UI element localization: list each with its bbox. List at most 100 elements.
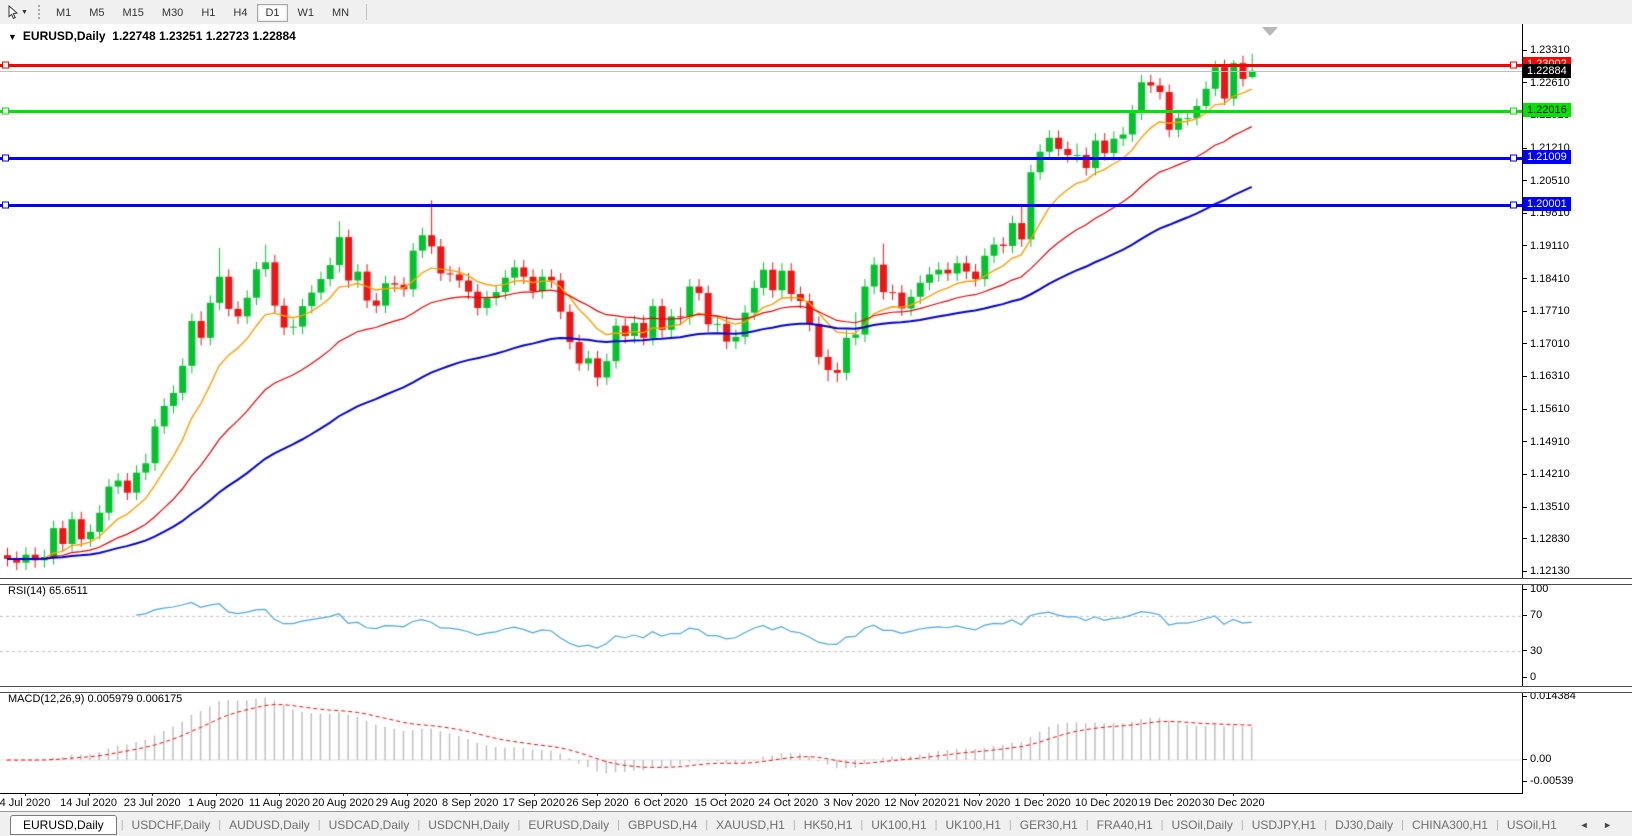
timeframe-button-M5[interactable]: M5 [81, 4, 112, 22]
chart-tab-DJ30-Daily[interactable]: DJ30,Daily [1327, 816, 1401, 834]
cursor-tool-button[interactable]: ▼ [4, 2, 31, 22]
chart-tab-XAUUSD-H1[interactable]: XAUUSD,H1 [708, 816, 793, 834]
price-label-1.20001: 1.20001 [1523, 197, 1571, 211]
macd-axis-tick: -0.00539 [1523, 775, 1573, 787]
horizontal-line-1.22016[interactable] [0, 110, 1522, 113]
chart-tab-GBPUSD-H4[interactable]: GBPUSD,H4 [620, 816, 705, 834]
timeframe-button-M15[interactable]: M15 [115, 4, 152, 22]
rsi-axis-tick: 70 [1523, 609, 1542, 621]
horizontal-line-1.21009[interactable] [0, 157, 1522, 160]
chart-title: ▼ EURUSD,Daily 1.22748 1.23251 1.22723 1.… [8, 29, 296, 43]
price-axis-tick: 1.14910 [1523, 436, 1570, 448]
time-axis-line[interactable] [0, 793, 1523, 794]
timeframe-toolbar: ▼ M1M5M15M30H1H4D1W1MN [0, 0, 1632, 25]
time-axis-label: 10 Dec 2020 [1075, 797, 1137, 809]
timeframe-button-MN[interactable]: MN [324, 4, 357, 22]
time-axis-label: 12 Nov 2020 [884, 797, 946, 809]
timeframe-button-W1[interactable]: W1 [290, 4, 323, 22]
price-label-1.22016: 1.22016 [1523, 103, 1571, 117]
chart-shift-marker[interactable] [1262, 27, 1278, 36]
rsi-label: RSI(14) 65.6511 [8, 585, 88, 597]
toolbar-separator [366, 4, 367, 20]
line-handle[interactable] [1510, 62, 1517, 69]
price-axis-tick: 1.15610 [1523, 403, 1570, 415]
chart-tab-USOil-Daily[interactable]: USOil,Daily [1164, 816, 1241, 834]
chart-tab-AUDUSD-Daily[interactable]: AUDUSD,Daily [221, 816, 318, 834]
collapse-triangle-icon: ▼ [8, 32, 17, 42]
tab-scroll-arrows[interactable]: ◄ ► [1580, 820, 1618, 830]
time-axis-label: 1 Aug 2020 [188, 797, 244, 809]
price-axis-tick: 1.12830 [1523, 533, 1570, 545]
macd-label: MACD(12,26,9) 0.005979 0.006175 [8, 693, 182, 705]
price-axis-tick: 1.19110 [1523, 240, 1569, 252]
timeframe-button-M30[interactable]: M30 [154, 4, 191, 22]
chevron-down-icon: ▼ [21, 9, 28, 16]
time-axis-label: 3 Nov 2020 [824, 797, 880, 809]
price-axis-tick: 1.13510 [1523, 501, 1570, 513]
chart-tab-bar: EURUSD,Daily|USDCHF,Daily|AUDUSD,Daily|U… [0, 811, 1632, 836]
timeframe-button-M1[interactable]: M1 [48, 4, 79, 22]
chart-tab-UK100-H1[interactable]: UK100,H1 [938, 816, 1009, 834]
rsi-axis-tick: 30 [1523, 645, 1542, 657]
time-axis-label: 20 Aug 2020 [312, 797, 374, 809]
horizontal-line-1.23002[interactable] [0, 64, 1522, 67]
chart-tab-FRA40-H1[interactable]: FRA40,H1 [1089, 816, 1161, 834]
line-handle[interactable] [2, 155, 9, 162]
price-axis-tick: 1.17010 [1523, 338, 1570, 350]
time-axis-label: 29 Aug 2020 [376, 797, 438, 809]
panel-divider-macd[interactable] [0, 686, 1632, 693]
timeframe-button-H1[interactable]: H1 [193, 4, 223, 22]
time-axis-label: 26 Sep 2020 [566, 797, 628, 809]
chart-tab-USOil-H1[interactable]: USOil,H1 [1499, 816, 1565, 834]
price-axis-line[interactable] [1522, 24, 1523, 793]
chart-tab-HK50-H1[interactable]: HK50,H1 [796, 816, 861, 834]
time-axis-label: 8 Sep 2020 [442, 797, 498, 809]
cursor-icon [7, 5, 19, 19]
chart-tab-UK100-H1[interactable]: UK100,H1 [863, 816, 934, 834]
time-axis-label: 19 Dec 2020 [1139, 797, 1201, 809]
time-axis[interactable]: 4 Jul 202014 Jul 202023 Jul 20201 Aug 20… [0, 794, 1632, 811]
timeframe-button-H4[interactable]: H4 [225, 4, 255, 22]
chart-tab-USDCAD-Daily[interactable]: USDCAD,Daily [321, 816, 418, 834]
time-axis-label: 24 Oct 2020 [758, 797, 818, 809]
ohlc-values: 1.22748 1.23251 1.22723 1.22884 [112, 29, 296, 43]
current-price-label: 1.22884 [1523, 64, 1571, 78]
rsi-canvas[interactable] [0, 582, 1522, 686]
horizontal-line-1.20001[interactable] [0, 204, 1522, 207]
chart-tab-CHINA300-H1[interactable]: CHINA300,H1 [1404, 816, 1496, 834]
line-handle[interactable] [2, 62, 9, 69]
line-handle[interactable] [2, 108, 9, 115]
price-axis-tick: 1.14210 [1523, 468, 1570, 480]
price-axis-tick: 1.17710 [1523, 305, 1570, 317]
timeframe-button-D1[interactable]: D1 [257, 4, 287, 22]
line-handle[interactable] [2, 202, 9, 209]
price-axis-tick: 1.20510 [1523, 175, 1570, 187]
chart-tab-USDCHF-Daily[interactable]: USDCHF,Daily [124, 816, 219, 834]
line-handle[interactable] [1510, 108, 1517, 115]
chart-tab-USDCNH-Daily[interactable]: USDCNH,Daily [420, 816, 517, 834]
chart-tab-GER30-H1[interactable]: GER30,H1 [1012, 816, 1086, 834]
line-handle[interactable] [1510, 155, 1517, 162]
price-axis-tick: 1.22610 [1523, 77, 1570, 89]
time-axis-label: 6 Oct 2020 [634, 797, 688, 809]
price-axis-tick: 1.16310 [1523, 370, 1570, 382]
candlestick-canvas[interactable] [0, 24, 1522, 578]
chart-tab-EURUSD-Daily[interactable]: EURUSD,Daily [10, 815, 117, 835]
symbol-label: EURUSD,Daily [23, 29, 106, 43]
price-axis-tick: 1.12130 [1523, 565, 1570, 577]
macd-canvas[interactable] [0, 690, 1522, 793]
price-axis-tick: 1.23310 [1523, 44, 1570, 56]
time-axis-label: 17 Sep 2020 [503, 797, 565, 809]
line-handle[interactable] [1510, 202, 1517, 209]
macd-axis-tick: 0.00 [1523, 753, 1551, 765]
chart-tab-USDJPY-H1[interactable]: USDJPY,H1 [1244, 816, 1324, 834]
tabs-container: EURUSD,Daily|USDCHF,Daily|AUDUSD,Daily|U… [0, 815, 1565, 835]
current-price-line [0, 71, 1522, 72]
time-axis-label: 21 Nov 2020 [948, 797, 1010, 809]
rsi-value: 65.6511 [49, 585, 88, 597]
time-axis-label: 4 Jul 2020 [0, 797, 50, 809]
price-label-1.21009: 1.21009 [1523, 150, 1571, 164]
panel-divider-rsi[interactable] [0, 578, 1632, 585]
chart-tab-EURUSD-Daily[interactable]: EURUSD,Daily [520, 816, 617, 834]
toolbar-grip [37, 4, 41, 20]
